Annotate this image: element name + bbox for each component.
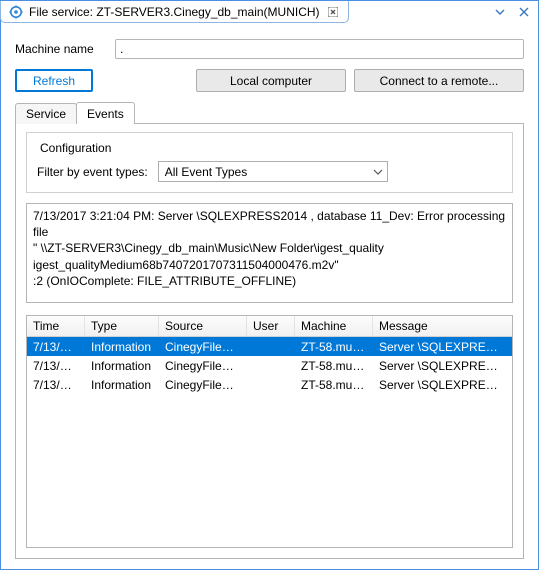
titlebar-controls [492, 1, 532, 20]
cell: 7/13/20... [27, 358, 85, 374]
tab-close-button[interactable] [326, 5, 340, 19]
filter-label: Filter by event types: [37, 165, 148, 179]
cell: 7/13/20... [27, 339, 85, 355]
service-icon [9, 5, 23, 19]
cell: Server \SQLEXPRESS2014 [373, 377, 512, 393]
cell: Server \SQLEXPRESS2014 [373, 358, 512, 374]
col-time[interactable]: Time [27, 316, 85, 336]
cell [247, 346, 295, 348]
tab-events-body: Configuration Filter by event types: All… [15, 124, 524, 559]
col-type[interactable]: Type [85, 316, 159, 336]
button-row: Refresh Local computer Connect to a remo… [15, 69, 524, 92]
cell: Information [85, 339, 159, 355]
title-tab[interactable]: File service: ZT-SERVER3.Cinegy_db_main(… [0, 1, 349, 23]
local-computer-button[interactable]: Local computer [196, 69, 346, 92]
table-row[interactable]: 7/13/20...InformationCinegyFileSe... ZT-5… [27, 375, 512, 394]
window-title: File service: ZT-SERVER3.Cinegy_db_main(… [29, 5, 320, 19]
cell: CinegyFileSe... [159, 339, 247, 355]
tabs: Service Events [15, 102, 524, 124]
events-grid: Time Type Source User Machine Message 7/… [26, 315, 513, 548]
cell: CinegyFileSe... [159, 377, 247, 393]
cell: ZT-58.muni... [295, 377, 373, 393]
cell: Information [85, 377, 159, 393]
machine-input[interactable] [115, 39, 524, 59]
content-area: Machine name Refresh Local computer Conn… [1, 25, 538, 569]
event-detail-text[interactable]: 7/13/2017 3:21:04 PM: Server \SQLEXPRESS… [26, 203, 513, 303]
chevron-down-icon [373, 167, 383, 177]
configuration-group: Configuration Filter by event types: All… [26, 132, 513, 193]
tab-events[interactable]: Events [76, 102, 135, 124]
refresh-button[interactable]: Refresh [15, 69, 93, 92]
tab-service[interactable]: Service [15, 103, 77, 124]
cell [247, 384, 295, 386]
dropdown-icon[interactable] [492, 4, 508, 20]
cell: ZT-58.muni... [295, 358, 373, 374]
close-icon[interactable] [516, 4, 532, 20]
configuration-legend: Configuration [37, 141, 114, 155]
cell: Server \SQLEXPRESS2014 , [373, 339, 512, 355]
filter-select[interactable]: All Event Types [158, 161, 388, 182]
app-window: File service: ZT-SERVER3.Cinegy_db_main(… [0, 0, 539, 570]
filter-select-value: All Event Types [165, 165, 248, 179]
cell [247, 365, 295, 367]
col-user[interactable]: User [247, 316, 295, 336]
cell: CinegyFileSe... [159, 358, 247, 374]
col-source[interactable]: Source [159, 316, 247, 336]
machine-label: Machine name [15, 42, 105, 56]
cell: ZT-58.muni... [295, 339, 373, 355]
table-row[interactable]: 7/13/20...InformationCinegyFileSe... ZT-5… [27, 337, 512, 356]
grid-header: Time Type Source User Machine Message [27, 316, 512, 337]
cell: Information [85, 358, 159, 374]
connect-remote-button[interactable]: Connect to a remote... [354, 69, 524, 92]
col-machine[interactable]: Machine [295, 316, 373, 336]
grid-body[interactable]: 7/13/20...InformationCinegyFileSe...ZT-5… [27, 337, 512, 547]
machine-row: Machine name [15, 39, 524, 59]
col-message[interactable]: Message [373, 316, 512, 336]
table-row[interactable]: 7/13/20...InformationCinegyFileSe... ZT-5… [27, 356, 512, 375]
titlebar: File service: ZT-SERVER3.Cinegy_db_main(… [1, 1, 538, 25]
cell: 7/13/20... [27, 377, 85, 393]
